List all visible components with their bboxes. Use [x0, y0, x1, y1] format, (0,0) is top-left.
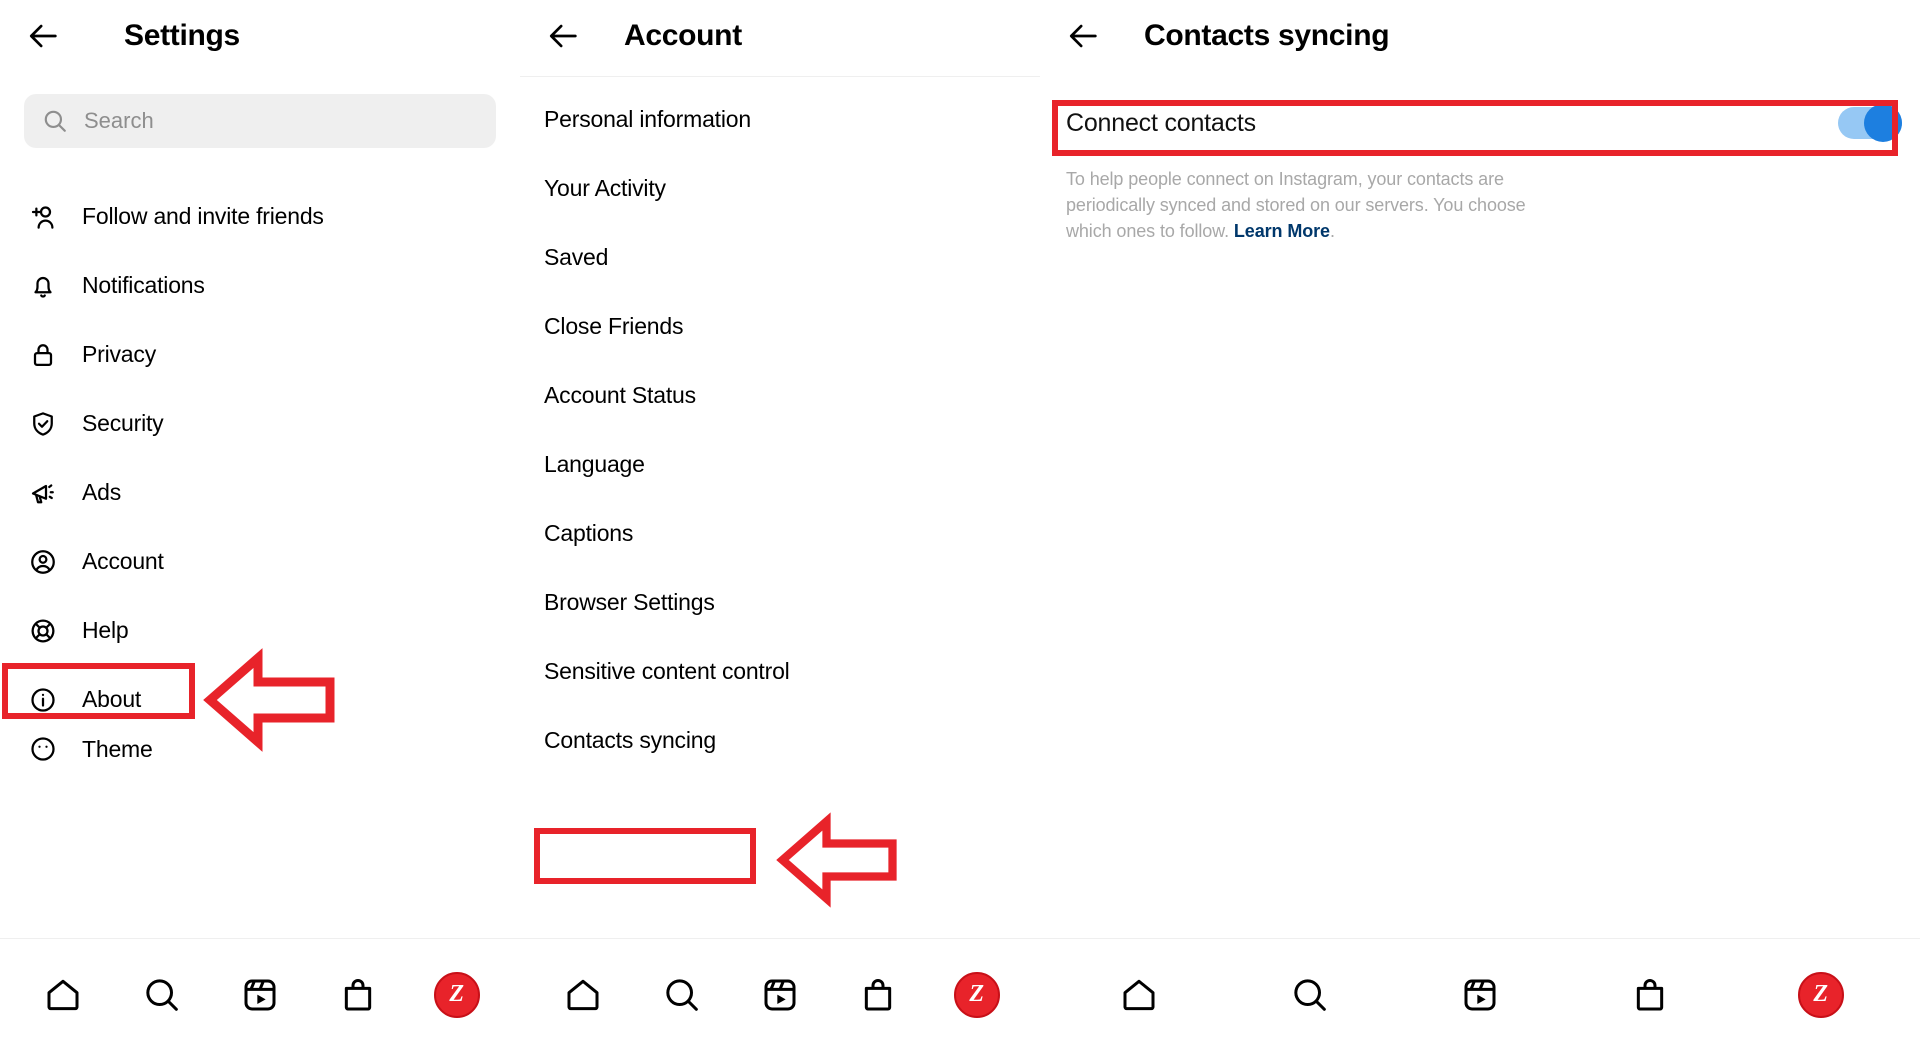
panel-settings: Settings Search Follow and invite friend… [0, 0, 520, 1050]
sidebar-item-notifications[interactable]: Notifications [0, 251, 520, 320]
list-item-label: Your Activity [544, 175, 666, 201]
search-icon [40, 106, 70, 136]
sidebar-item-label: About [82, 686, 142, 712]
sidebar-item-label: Help [82, 617, 129, 643]
annotation-arrow-left [770, 805, 905, 915]
bottom-navigation: Z [1040, 938, 1920, 1050]
sidebar-item-label: Theme [82, 735, 153, 762]
bottom-navigation: Z [0, 938, 520, 1050]
search-placeholder: Search [84, 108, 154, 133]
list-item-label: Contacts syncing [544, 727, 716, 753]
lifebuoy-icon [24, 612, 62, 650]
list-item-label: Browser Settings [544, 589, 715, 615]
search-icon[interactable] [134, 967, 190, 1023]
list-item-browser-settings[interactable]: Browser Settings [520, 568, 1040, 637]
megaphone-icon [24, 474, 62, 512]
sidebar-item-label: Ads [82, 479, 122, 505]
avatar-letter: Z [1797, 971, 1844, 1018]
list-item-label: Close Friends [544, 313, 684, 339]
reels-icon[interactable] [752, 967, 808, 1023]
sidebar-item-label: Follow and invite friends [82, 203, 324, 229]
search-input[interactable]: Search [24, 94, 496, 148]
account-circle-icon [24, 543, 62, 581]
settings-header: Settings [0, 0, 520, 72]
list-item-your-activity[interactable]: Your Activity [520, 154, 1040, 223]
page-title: Account [624, 19, 742, 52]
shop-bag-icon[interactable] [330, 967, 386, 1023]
sidebar-item-account[interactable]: Account [0, 527, 520, 596]
sidebar-item-label: Security [82, 410, 164, 436]
description-period: . [1329, 221, 1335, 242]
connect-contacts-toggle[interactable] [1838, 104, 1902, 142]
home-icon[interactable] [555, 967, 611, 1023]
sidebar-item-label: Account [82, 548, 164, 574]
page-title: Contacts syncing [1144, 19, 1390, 52]
account-header: Account [520, 0, 1040, 72]
list-item-label: Personal information [544, 106, 751, 132]
person-add-icon [24, 198, 62, 236]
panel-contacts-syncing: Contacts syncing Connect contacts To hel… [1040, 0, 1920, 1050]
avatar-letter: Z [433, 971, 480, 1018]
back-arrow-icon[interactable] [1062, 14, 1106, 58]
reels-icon[interactable] [232, 967, 288, 1023]
account-list: Personal information Your Activity Saved… [520, 77, 1040, 775]
search-icon[interactable] [1282, 967, 1338, 1023]
annotation-arrow-left [200, 640, 340, 760]
home-icon[interactable] [35, 967, 91, 1023]
list-item-captions[interactable]: Captions [520, 499, 1040, 568]
contacts-syncing-description: To help people connect on Instagram, you… [1066, 166, 1546, 244]
profile-avatar[interactable]: Z [429, 967, 485, 1023]
sidebar-item-privacy[interactable]: Privacy [0, 320, 520, 389]
connect-contacts-label: Connect contacts [1066, 108, 1256, 137]
sidebar-item-follow-invite[interactable]: Follow and invite friends [0, 182, 520, 251]
avatar-letter: Z [953, 971, 1000, 1018]
list-item-label: Captions [544, 520, 634, 546]
bottom-navigation: Z [520, 938, 1040, 1050]
list-item-account-status[interactable]: Account Status [520, 361, 1040, 430]
reels-icon[interactable] [1452, 967, 1508, 1023]
sidebar-item-label: Notifications [82, 272, 205, 298]
back-arrow-icon[interactable] [542, 14, 586, 58]
shop-bag-icon[interactable] [850, 967, 906, 1023]
list-item-label: Saved [544, 244, 609, 270]
lock-icon [24, 336, 62, 374]
search-container: Search [0, 72, 520, 148]
connect-contacts-row[interactable]: Connect contacts [1066, 98, 1902, 148]
learn-more-link[interactable]: Learn More [1234, 221, 1330, 241]
profile-avatar[interactable]: Z [1793, 967, 1849, 1023]
face-icon [24, 734, 62, 764]
search-icon[interactable] [654, 967, 710, 1023]
list-item-personal-information[interactable]: Personal information [520, 85, 1040, 154]
sidebar-item-label: Privacy [82, 341, 157, 367]
info-circle-icon [24, 681, 62, 719]
list-item-label: Sensitive content control [544, 658, 790, 684]
list-item-close-friends[interactable]: Close Friends [520, 292, 1040, 361]
highlight-box-contacts-syncing [534, 828, 756, 884]
contacts-syncing-header: Contacts syncing [1040, 0, 1920, 72]
list-item-label: Language [544, 451, 645, 477]
panel-account: Account Personal information Your Activi… [520, 0, 1040, 1050]
list-item-label: Account Status [544, 382, 696, 408]
list-item-contacts-syncing[interactable]: Contacts syncing [520, 706, 1040, 775]
profile-avatar[interactable]: Z [949, 967, 1005, 1023]
list-item-language[interactable]: Language [520, 430, 1040, 499]
bell-icon [24, 267, 62, 305]
list-item-saved[interactable]: Saved [520, 223, 1040, 292]
three-panel-walkthrough: Settings Search Follow and invite friend… [0, 0, 1920, 1050]
toggle-knob [1864, 104, 1902, 142]
shop-bag-icon[interactable] [1622, 967, 1678, 1023]
back-arrow-icon[interactable] [22, 14, 66, 58]
shield-check-icon [24, 405, 62, 443]
home-icon[interactable] [1111, 967, 1167, 1023]
list-item-sensitive-content-control[interactable]: Sensitive content control [520, 637, 1040, 706]
sidebar-item-security[interactable]: Security [0, 389, 520, 458]
page-title: Settings [124, 19, 240, 52]
sidebar-item-ads[interactable]: Ads [0, 458, 520, 527]
